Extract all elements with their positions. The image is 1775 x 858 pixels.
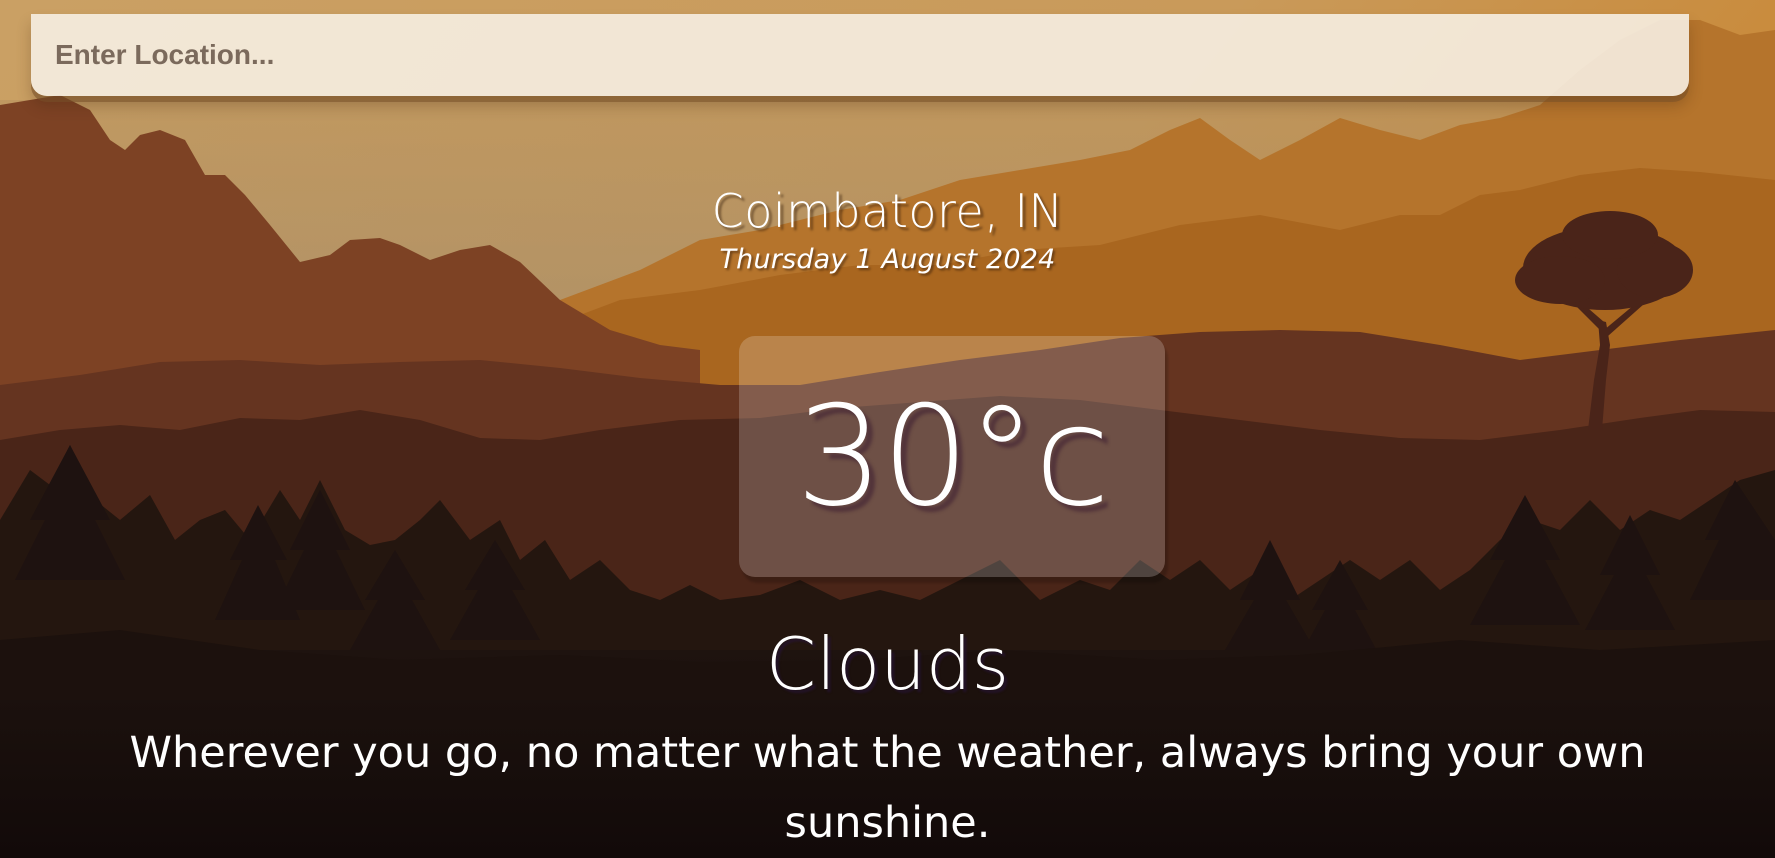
- location-search-input[interactable]: [31, 14, 1689, 96]
- temperature-value: 30°c: [795, 375, 1110, 537]
- search-bar: [31, 14, 1689, 96]
- temperature-box: 30°c: [739, 336, 1165, 577]
- weather-condition: Clouds: [765, 622, 1010, 706]
- weather-quote: Wherever you go, no matter what the weat…: [129, 728, 1646, 848]
- location-name: Coimbatore, IN: [711, 184, 1064, 238]
- current-date: Thursday 1 August 2024: [719, 244, 1056, 275]
- location-box: Coimbatore, IN Thursday 1 August 2024: [0, 188, 1775, 275]
